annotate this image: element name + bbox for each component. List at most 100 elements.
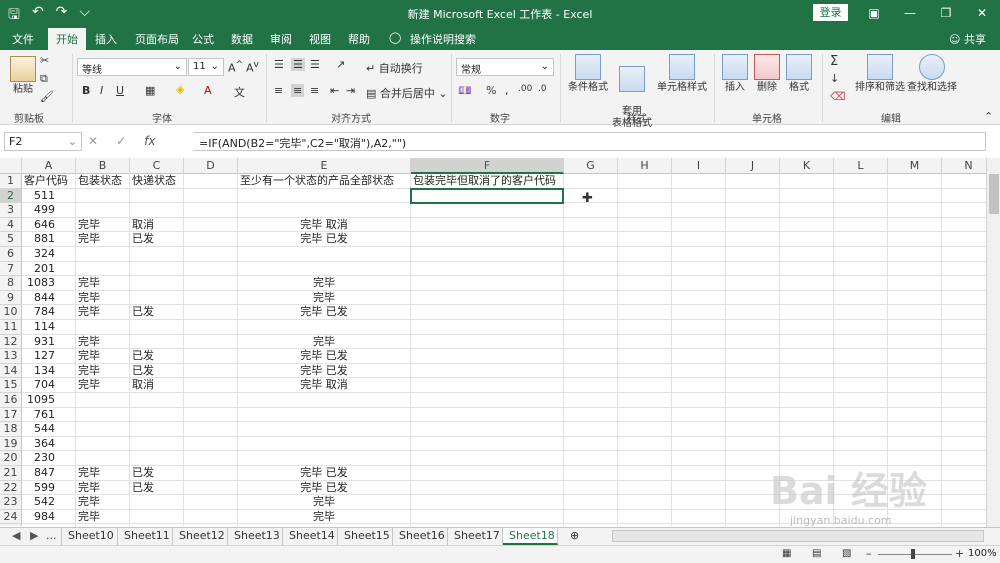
cell-d1[interactable] — [184, 174, 238, 189]
cell-c25[interactable] — [130, 524, 184, 526]
cell-n21[interactable] — [942, 466, 986, 481]
cell-b13[interactable]: 完毕 — [76, 349, 130, 364]
tab-formulas[interactable]: 公式 — [192, 31, 214, 47]
cell-k1[interactable] — [780, 174, 834, 189]
cell-d16[interactable] — [184, 393, 238, 408]
cell-a19[interactable]: 364 — [22, 436, 76, 452]
cell-l2[interactable] — [834, 188, 888, 204]
cell-c11[interactable] — [130, 320, 184, 335]
cell-m17[interactable] — [888, 407, 942, 423]
cell-j4[interactable] — [726, 217, 780, 233]
cell-m10[interactable] — [888, 305, 942, 320]
cell-e14[interactable]: 完毕 已发 — [238, 363, 411, 379]
cell-a13[interactable]: 127 — [22, 349, 76, 364]
column-header-n[interactable]: N — [942, 158, 986, 174]
cell-i25[interactable] — [672, 524, 726, 526]
delete-cells-button[interactable]: 删除 — [752, 54, 782, 94]
cell-f7[interactable] — [411, 261, 564, 277]
cell-i15[interactable] — [672, 378, 726, 393]
cell-n12[interactable] — [942, 335, 986, 350]
cell-a22[interactable]: 599 — [22, 480, 76, 496]
row-header[interactable]: 8 — [0, 276, 22, 291]
cell-f14[interactable] — [411, 363, 564, 379]
share-button[interactable]: ☺ 共享 — [949, 31, 986, 47]
cell-m12[interactable] — [888, 334, 942, 350]
cell-d5[interactable] — [184, 232, 238, 247]
column-header-d[interactable]: D — [184, 158, 238, 174]
sheet-tab-sheet17[interactable]: Sheet17 — [448, 528, 503, 545]
cell-l4[interactable] — [834, 217, 888, 233]
cell-c17[interactable] — [130, 407, 184, 423]
cell-m18[interactable] — [888, 422, 942, 437]
orientation-icon[interactable]: ↗ — [336, 58, 345, 71]
cell-n23[interactable] — [942, 495, 986, 510]
column-header-b[interactable]: B — [76, 158, 130, 174]
cell-a12[interactable]: 931 — [22, 334, 76, 350]
cell-n7[interactable] — [942, 262, 986, 277]
cell-g15[interactable] — [564, 378, 618, 393]
row-header[interactable]: 23 — [0, 495, 22, 510]
cell-h3[interactable] — [618, 203, 672, 218]
sheet-tab-sheet15[interactable]: Sheet15 — [338, 528, 393, 545]
sheet-tab-sheet16[interactable]: Sheet16 — [393, 528, 448, 545]
cell-e9[interactable]: 完毕 — [238, 290, 411, 306]
column-header-k[interactable]: K — [780, 158, 834, 174]
cell-m25[interactable] — [888, 524, 942, 526]
cell-l9[interactable] — [834, 290, 888, 306]
cell-i8[interactable] — [672, 276, 726, 291]
cell-f19[interactable] — [411, 436, 564, 452]
cell-m13[interactable] — [888, 349, 942, 364]
tab-data[interactable]: 数据 — [231, 31, 253, 47]
column-header-h[interactable]: H — [618, 158, 672, 174]
cell-c9[interactable] — [130, 290, 184, 306]
italic-button[interactable]: I — [100, 84, 103, 97]
row-header[interactable]: 19 — [0, 436, 22, 452]
cell-a14[interactable]: 134 — [22, 363, 76, 379]
cell-d25[interactable] — [184, 524, 238, 526]
cell-i20[interactable] — [672, 451, 726, 466]
cell-d4[interactable] — [184, 217, 238, 233]
cell-h7[interactable] — [618, 261, 672, 277]
cell-h16[interactable] — [618, 393, 672, 408]
cell-j11[interactable] — [726, 320, 780, 335]
cell-e7[interactable] — [238, 261, 411, 277]
horizontal-scrollbar[interactable] — [612, 530, 984, 542]
cell-g14[interactable] — [564, 363, 618, 379]
find-select-button[interactable]: 查找和选择 — [906, 54, 958, 94]
cell-i7[interactable] — [672, 261, 726, 277]
column-header-c[interactable]: C — [130, 158, 184, 174]
cell-n3[interactable] — [942, 203, 986, 218]
cell-i17[interactable] — [672, 407, 726, 423]
cell-i3[interactable] — [672, 203, 726, 218]
cell-m1[interactable] — [888, 174, 942, 189]
row-header[interactable]: 12 — [0, 334, 22, 350]
cell-h1[interactable] — [618, 174, 672, 189]
cell-m19[interactable] — [888, 436, 942, 452]
cell-c15[interactable]: 取消 — [130, 378, 184, 393]
cell-b16[interactable] — [76, 393, 130, 408]
decrease-font-icon[interactable]: Av — [246, 59, 259, 75]
cell-a4[interactable]: 646 — [22, 217, 76, 233]
cell-e4[interactable]: 完毕 取消 — [238, 217, 411, 233]
cell-l5[interactable] — [834, 232, 888, 247]
row-header[interactable]: 13 — [0, 349, 22, 364]
cell-b18[interactable] — [76, 422, 130, 437]
normal-view-icon[interactable]: ▦ — [782, 548, 791, 559]
cell-b14[interactable]: 完毕 — [76, 363, 130, 379]
tab-insert[interactable]: 插入 — [95, 31, 117, 47]
increase-indent-icon[interactable]: ⇥ — [346, 84, 355, 97]
cell-j3[interactable] — [726, 203, 780, 218]
fx-icon[interactable]: fx — [144, 134, 155, 148]
cell-c7[interactable] — [130, 261, 184, 277]
cell-b12[interactable]: 完毕 — [76, 334, 130, 350]
clear-icon[interactable]: ⌫ — [830, 90, 846, 103]
cell-f8[interactable] — [411, 276, 564, 291]
cell-j8[interactable] — [726, 276, 780, 291]
cell-j14[interactable] — [726, 363, 780, 379]
cell-d17[interactable] — [184, 407, 238, 423]
cell-i21[interactable] — [672, 466, 726, 481]
cell-k7[interactable] — [780, 261, 834, 277]
row-header[interactable]: 25 — [0, 524, 22, 526]
cell-f16[interactable] — [411, 393, 564, 408]
cell-g16[interactable] — [564, 393, 618, 408]
